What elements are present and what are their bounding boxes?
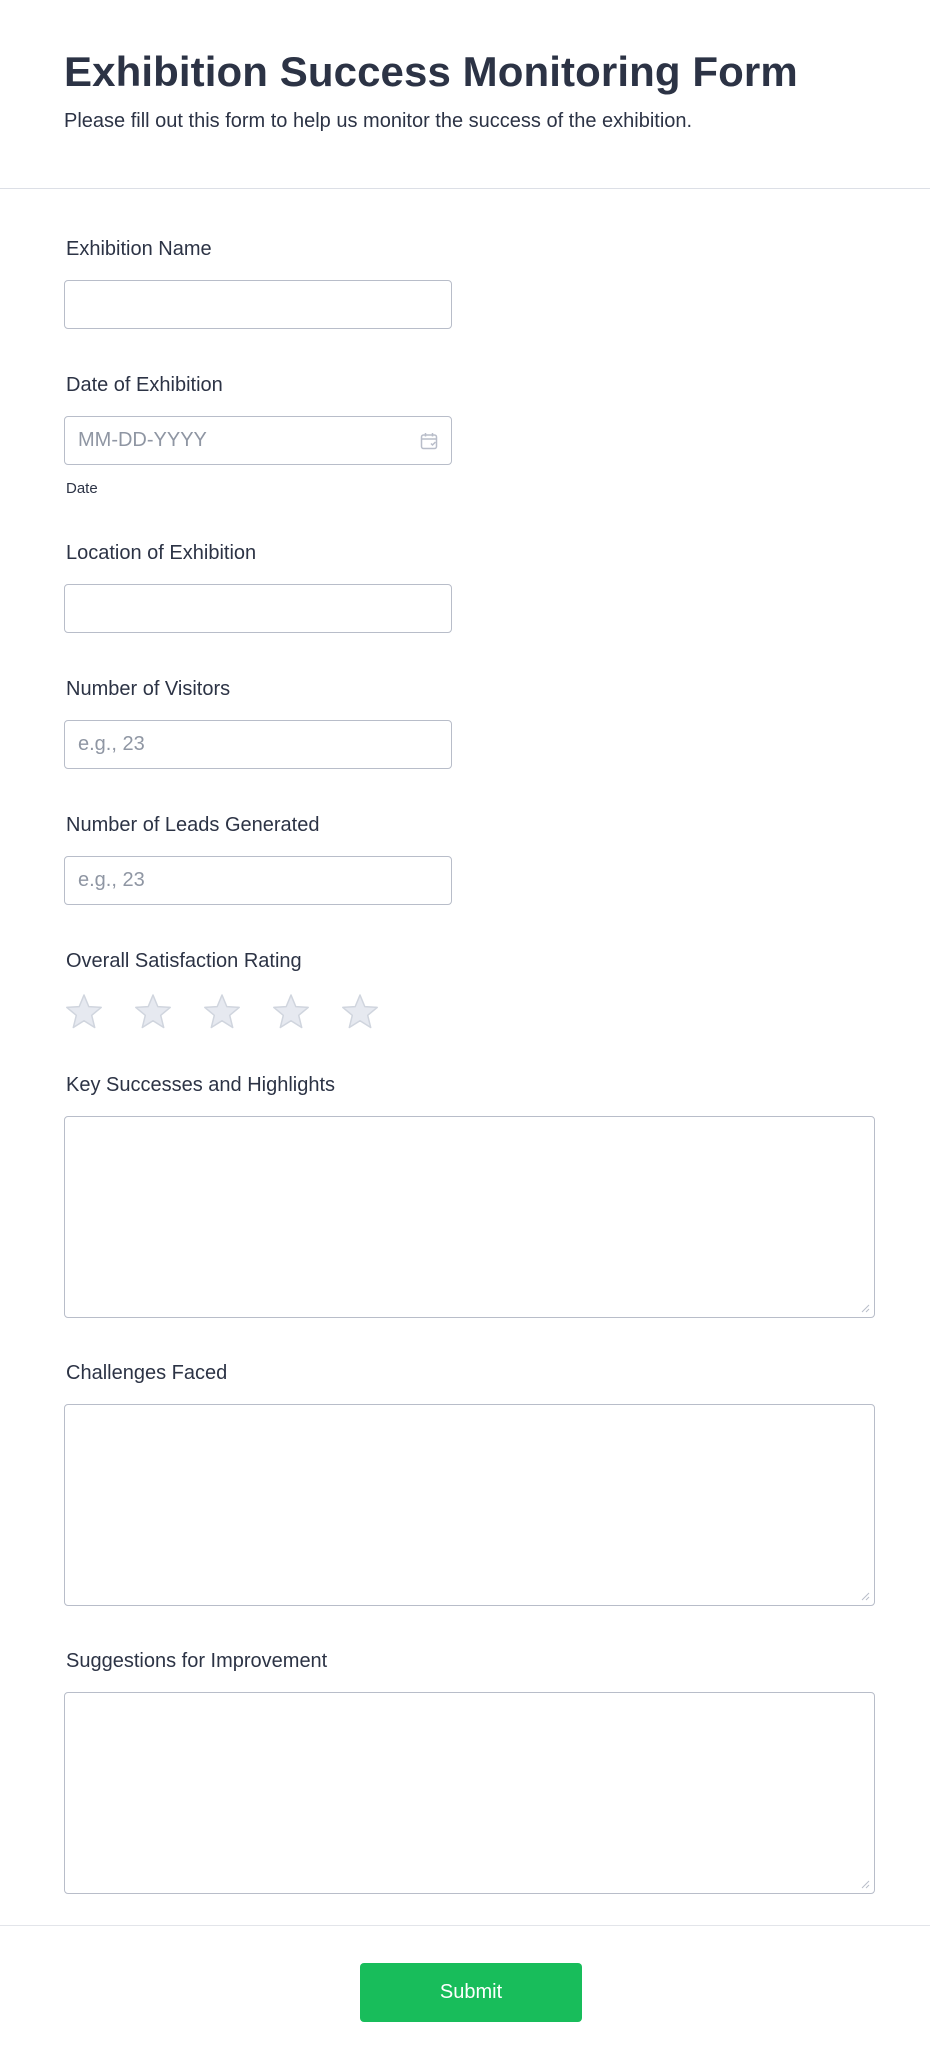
number-of-visitors-placeholder: e.g., 23 [78,733,145,755]
resize-grip-icon[interactable] [860,1879,870,1889]
resize-grip-icon[interactable] [860,1303,870,1313]
form-header: Exhibition Success Monitoring Form Pleas… [0,0,930,189]
star-icon[interactable] [202,992,242,1032]
number-of-visitors-input[interactable]: e.g., 23 [64,720,452,769]
date-of-exhibition-input[interactable]: MM-DD-YYYY [64,416,452,465]
star-icon[interactable] [340,992,380,1032]
number-of-leads-label: Number of Leads Generated [66,814,320,836]
calendar-icon[interactable] [420,432,438,450]
exhibition-name-label: Exhibition Name [66,238,212,260]
number-of-visitors-label: Number of Visitors [66,678,231,700]
resize-grip-icon[interactable] [860,1591,870,1601]
key-successes-textarea[interactable] [64,1116,875,1318]
satisfaction-rating-label: Overall Satisfaction Rating [66,950,302,972]
location-of-exhibition-label: Location of Exhibition [66,542,257,564]
key-successes-label: Key Successes and Highlights [66,1074,336,1096]
star-icon[interactable] [133,992,173,1032]
challenges-faced-label: Challenges Faced [66,1362,228,1384]
form-subtitle: Please fill out this form to help us mon… [64,110,693,132]
form-title: Exhibition Success Monitoring Form [64,48,798,95]
footer-divider [0,1925,930,1926]
date-sublabel: Date [66,480,98,497]
exhibition-name-input[interactable] [64,280,452,329]
satisfaction-rating-stars [64,992,409,1034]
number-of-leads-input[interactable]: e.g., 23 [64,856,452,905]
star-icon[interactable] [64,992,104,1032]
submit-button[interactable]: Submit [360,1963,582,2022]
date-of-exhibition-placeholder: MM-DD-YYYY [78,429,207,451]
date-of-exhibition-label: Date of Exhibition [66,374,223,396]
suggestions-label: Suggestions for Improvement [66,1650,328,1672]
form-page: Exhibition Success Monitoring Form Pleas… [0,0,930,2071]
star-icon[interactable] [271,992,311,1032]
challenges-faced-textarea[interactable] [64,1404,875,1606]
location-of-exhibition-input[interactable] [64,584,452,633]
number-of-leads-placeholder: e.g., 23 [78,869,145,891]
suggestions-textarea[interactable] [64,1692,875,1894]
